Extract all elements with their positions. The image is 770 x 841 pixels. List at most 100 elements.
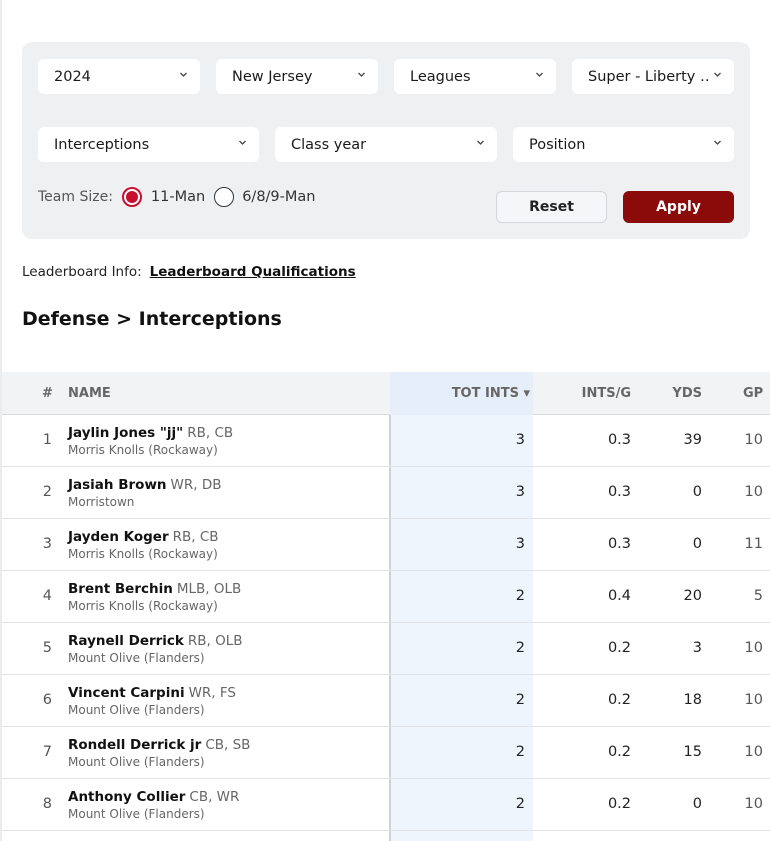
year-select-value: 2024: [54, 68, 91, 85]
rank-cell: 5: [42, 640, 52, 656]
leagues-select-value: Leagues: [410, 68, 471, 85]
rank-cell: 1: [42, 432, 52, 448]
ints-per-game-cell: 0.2: [607, 640, 631, 656]
tot-ints-cell: 3: [515, 432, 525, 448]
header-yds[interactable]: YDS: [642, 386, 702, 401]
ints-per-game-cell: 0.2: [607, 796, 631, 812]
gp-cell: 10: [744, 744, 763, 760]
chevron-down-icon: [713, 70, 722, 79]
gp-cell: 10: [744, 432, 763, 448]
team-size-group: Team Size: 11-Man 6/8/9-Man: [38, 187, 315, 207]
ints-per-game-cell: 0.2: [607, 744, 631, 760]
leaderboard-info-label: Leaderboard Info:: [22, 264, 142, 280]
yds-cell: 3: [692, 640, 702, 656]
reset-button[interactable]: Reset: [496, 191, 607, 223]
table-row[interactable]: 5 Raynell Derrick RB, OLB Mount Olive (Flan…: [2, 623, 770, 675]
tot-ints-cell: 2: [515, 692, 525, 708]
tot-ints-cell: 2: [515, 796, 525, 812]
gp-cell: 10: [744, 796, 763, 812]
player-name-link[interactable]: Brent Berchin: [68, 581, 173, 597]
player-position: CB, WR: [189, 789, 240, 805]
player-cell: Raynell Derrick RB, OLB: [68, 633, 243, 649]
player-school: Mount Olive (Flanders): [68, 807, 205, 821]
position-select[interactable]: Position: [513, 127, 734, 162]
player-cell: Jayden Koger RB, CB: [68, 529, 219, 545]
header-name[interactable]: NAME: [68, 386, 111, 401]
ints-per-game-cell: 0.3: [607, 536, 631, 552]
player-cell: Jaylin Jones "jj" RB, CB: [68, 425, 233, 441]
player-name-link[interactable]: Raynell Derrick: [68, 633, 184, 649]
player-school: Mount Olive (Flanders): [68, 651, 205, 665]
player-name-link[interactable]: Anthony Collier: [68, 789, 185, 805]
chevron-down-icon: [535, 70, 544, 79]
player-name-link[interactable]: Rondell Derrick jr: [68, 737, 201, 753]
player-school: Mount Olive (Flanders): [68, 755, 205, 769]
radio-11-man-label[interactable]: 11-Man: [151, 189, 205, 205]
conference-select[interactable]: Super - Liberty …: [572, 59, 734, 94]
ints-per-game-cell: 0.3: [607, 484, 631, 500]
player-position: WR, FS: [188, 685, 236, 701]
stat-select[interactable]: Interceptions: [38, 127, 259, 162]
year-select[interactable]: 2024: [38, 59, 200, 94]
rank-cell: 2: [42, 484, 52, 500]
radio-6-8-9-man-label[interactable]: 6/8/9-Man: [242, 189, 315, 205]
chevron-down-icon: [238, 138, 247, 147]
player-name-link[interactable]: Jayden Koger: [68, 529, 169, 545]
chevron-down-icon: [476, 138, 485, 147]
player-position: RB, OLB: [187, 633, 243, 649]
table-row[interactable]: 1 Jaylin Jones "jj" RB, CB Morris Knolls (R…: [2, 415, 770, 467]
tot-ints-cell: 2: [515, 588, 525, 604]
player-cell: Anthony Collier CB, WR: [68, 789, 239, 805]
table-row[interactable]: 2 Jasiah Brown WR, DB Morristown 3 0.3 0 10: [2, 467, 770, 519]
header-gp[interactable]: GP: [743, 386, 763, 401]
player-name-link[interactable]: Vincent Carpini: [68, 685, 185, 701]
ints-per-game-cell: 0.3: [607, 432, 631, 448]
team-size-label: Team Size:: [38, 189, 113, 205]
apply-button[interactable]: Apply: [623, 191, 734, 223]
leagues-select[interactable]: Leagues: [394, 59, 556, 94]
yds-cell: 20: [683, 588, 702, 604]
class-year-select[interactable]: Class year: [275, 127, 497, 162]
rank-cell: 6: [42, 692, 52, 708]
gp-cell: 10: [744, 640, 763, 656]
chevron-down-icon: [357, 70, 366, 79]
table-row[interactable]: 6 Vincent Carpini WR, FS Mount Olive (Fland…: [2, 675, 770, 727]
player-position: CB, SB: [205, 737, 251, 753]
gp-cell: 5: [753, 588, 763, 604]
player-position: RB, CB: [172, 529, 219, 545]
player-cell: Brent Berchin MLB, OLB: [68, 581, 241, 597]
rank-cell: 3: [42, 536, 52, 552]
header-tot-ints[interactable]: TOT INTS ▾: [422, 386, 530, 401]
state-select[interactable]: New Jersey: [216, 59, 378, 94]
player-name-link[interactable]: Jaylin Jones "jj": [68, 425, 183, 441]
table-row[interactable]: 3 Jayden Koger RB, CB Morris Knolls (Rockaw…: [2, 519, 770, 571]
table-row[interactable]: 4 Brent Berchin MLB, OLB Morris Knolls (Roc…: [2, 571, 770, 623]
player-cell: Rondell Derrick jr CB, SB: [68, 737, 250, 753]
leaderboard-qualifications-link[interactable]: Leaderboard Qualifications: [150, 264, 356, 280]
table-body: 1 Jaylin Jones "jj" RB, CB Morris Knolls (R…: [2, 415, 770, 831]
position-select-value: Position: [529, 136, 586, 153]
yds-cell: 0: [692, 796, 702, 812]
page-title: Defense > Interceptions: [22, 308, 282, 330]
player-cell: Vincent Carpini WR, FS: [68, 685, 236, 701]
leaderboard-info: Leaderboard Info: Leaderboard Qualificati…: [22, 264, 356, 280]
player-school: Morris Knolls (Rockaway): [68, 547, 218, 561]
radio-11-man[interactable]: [121, 187, 142, 207]
leaderboard-table: # NAME TOT INTS ▾ INTS/G YDS GP 1 Jaylin …: [2, 372, 770, 841]
yds-cell: 39: [683, 432, 702, 448]
tot-ints-cell: 2: [515, 640, 525, 656]
table-row[interactable]: 8 Anthony Collier CB, WR Mount Olive (Fland…: [2, 779, 770, 831]
yds-cell: 15: [683, 744, 702, 760]
ints-per-game-cell: 0.2: [607, 692, 631, 708]
table-row[interactable]: 7 Rondell Derrick jr CB, SB Mount Olive (Fl…: [2, 727, 770, 779]
yds-cell: 0: [692, 536, 702, 552]
conference-select-value: Super - Liberty …: [588, 68, 708, 85]
radio-6-8-9-man[interactable]: [214, 187, 235, 207]
header-rank: #: [42, 386, 53, 401]
player-position: MLB, OLB: [176, 581, 242, 597]
player-name-link[interactable]: Jasiah Brown: [68, 477, 167, 493]
header-ints-per-game[interactable]: INTS/G: [562, 386, 631, 401]
player-school: Morris Knolls (Rockaway): [68, 443, 218, 457]
table-header: # NAME TOT INTS ▾ INTS/G YDS GP: [2, 372, 770, 415]
filter-panel: 2024 New Jersey Leagues Super - Liberty …: [22, 42, 750, 239]
